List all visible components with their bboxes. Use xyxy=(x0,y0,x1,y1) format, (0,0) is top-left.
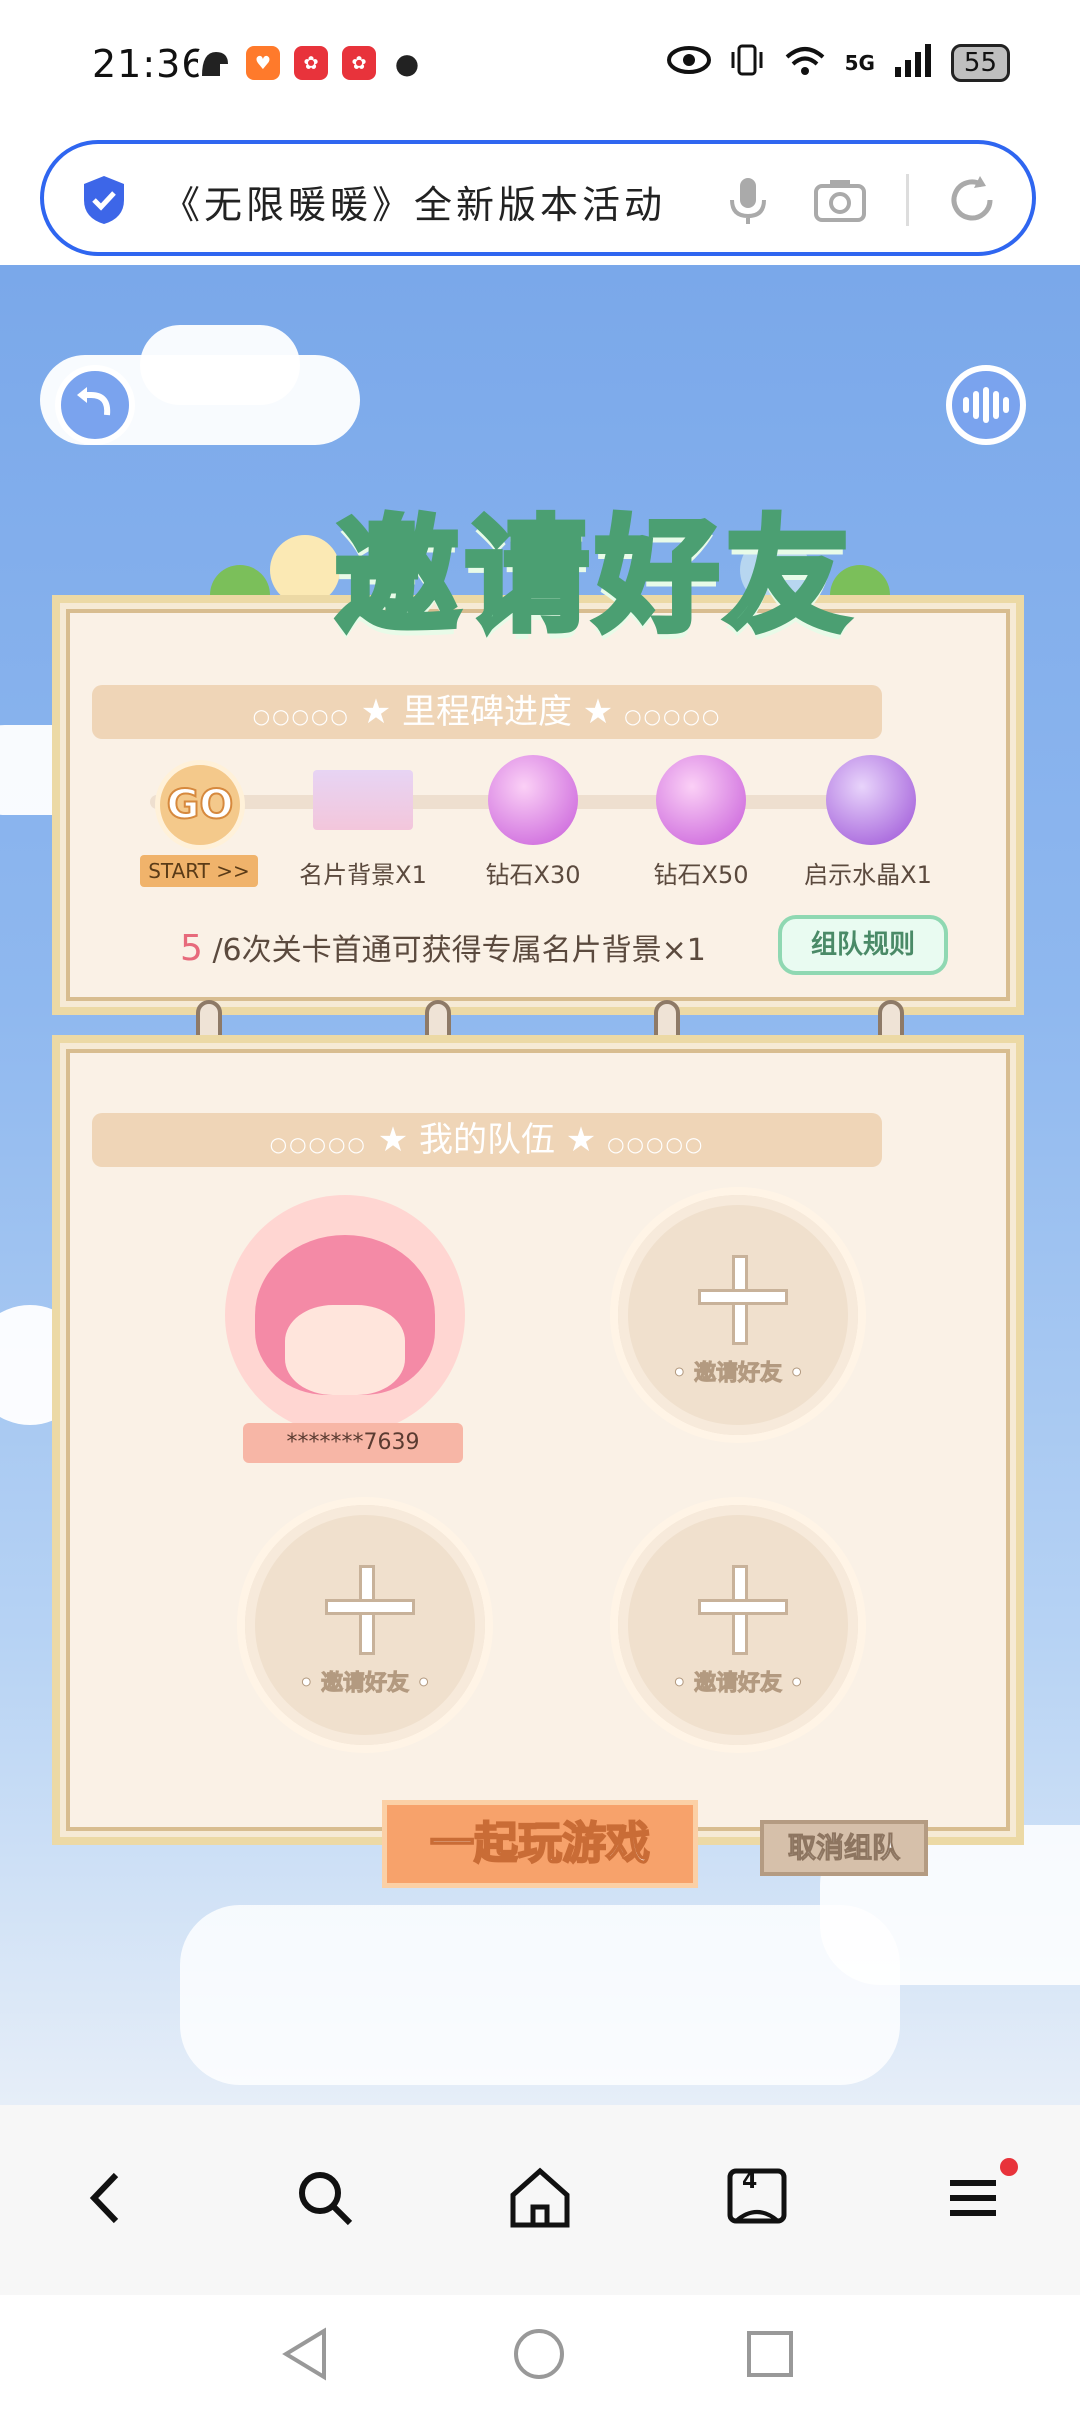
milestone-header-text: 里程碑进度 xyxy=(402,692,572,732)
url-text[interactable]: 《无限暖暖》全新版本活动 xyxy=(162,174,666,229)
system-navigation xyxy=(0,2295,1080,2412)
invite-friend-label: • 邀请好友 • xyxy=(299,1671,431,1697)
notification-icons: ♥ ✿ ✿ ● xyxy=(198,46,424,80)
go-badge: GO xyxy=(155,760,245,850)
wifi-icon xyxy=(783,43,827,83)
progress-desc: /6次关卡首通可获得专属名片背景×1 xyxy=(212,933,706,968)
invite-friend-slot[interactable]: • 邀请好友 • xyxy=(618,1505,858,1745)
nav-home-icon[interactable] xyxy=(512,2327,566,2381)
tab-count: 4 xyxy=(742,2169,758,2194)
cloud xyxy=(180,1905,900,2085)
pinduoduo-notification-icon-2: ✿ xyxy=(342,46,376,80)
milestone-header: ○○○○○ ★ 里程碑进度 ★ ○○○○○ xyxy=(92,685,882,739)
taobao-notification-icon: ♥ xyxy=(246,46,280,80)
undo-arrow-icon xyxy=(77,387,111,416)
refresh-icon[interactable] xyxy=(944,172,1000,228)
play-together-button[interactable]: 一起玩游戏 xyxy=(382,1800,698,1888)
camera-icon[interactable] xyxy=(812,172,868,228)
start-button[interactable]: START >> xyxy=(140,855,258,887)
invite-friend-label: • 邀请好友 • xyxy=(672,1361,804,1387)
app-notification-icon xyxy=(198,46,232,80)
menu-icon[interactable] xyxy=(938,2163,1008,2233)
search-icon[interactable] xyxy=(290,2163,360,2233)
notification-dot xyxy=(1000,2158,1018,2176)
url-bar[interactable]: 《无限暖暖》全新版本活动 xyxy=(40,140,1036,256)
eye-icon xyxy=(666,45,711,81)
milestone-label: 启示水晶X1 xyxy=(804,861,932,889)
signal-icon xyxy=(893,43,933,83)
milestone-label: 钻石X30 xyxy=(485,861,581,889)
vibrate-icon xyxy=(729,42,765,84)
team-header: ○○○○○ ★ 我的队伍 ★ ○○○○○ xyxy=(92,1113,882,1167)
sound-wave-icon xyxy=(963,387,1009,423)
invite-friend-label: • 邀请好友 • xyxy=(672,1671,804,1697)
network-type: 5G xyxy=(844,51,875,75)
wechat-notification-icon: ● xyxy=(390,46,424,80)
status-right-icons: 5G 55 xyxy=(666,42,1010,84)
milestone-label: 名片背景X1 xyxy=(299,861,427,889)
battery-indicator: 55 xyxy=(950,44,1010,82)
url-separator xyxy=(906,174,909,226)
cloud xyxy=(140,325,300,405)
diamond-icon xyxy=(656,755,746,845)
cancel-team-button[interactable]: 取消组队 xyxy=(760,1820,928,1876)
nav-back-icon[interactable] xyxy=(280,2327,330,2381)
invite-friend-slot[interactable]: • 邀请好友 • xyxy=(245,1505,485,1745)
avatar-face xyxy=(285,1305,405,1395)
milestone-label: 钻石X50 xyxy=(653,861,749,889)
progress-count: 5 xyxy=(180,928,203,969)
game-area: ○○○○○ ★ 里程碑进度 ★ ○○○○○ GO START >> 名片背景X1… xyxy=(0,265,1080,2105)
team-member-avatar[interactable] xyxy=(225,1195,465,1435)
progress-text: 5 /6次关卡首通可获得专属名片背景×1 xyxy=(180,925,706,969)
plus-icon xyxy=(698,1565,788,1655)
card-background-reward xyxy=(313,770,413,830)
team-rules-button[interactable]: 组队规则 xyxy=(778,915,948,975)
microphone-icon[interactable] xyxy=(720,172,776,228)
nav-recents-icon[interactable] xyxy=(745,2329,795,2379)
audio-button[interactable] xyxy=(946,365,1026,445)
back-button[interactable] xyxy=(55,365,135,445)
team-member-name: *******7639 xyxy=(243,1423,463,1463)
invite-friend-slot[interactable]: • 邀请好友 • xyxy=(618,1195,858,1435)
back-arrow-icon[interactable] xyxy=(72,2163,142,2233)
shield-icon xyxy=(84,176,124,224)
page-title: 邀请好友 xyxy=(332,502,856,652)
status-bar: 21:36 ♥ ✿ ✿ ● 5G 55 xyxy=(0,0,1080,135)
team-header-text: 我的队伍 xyxy=(419,1120,555,1160)
plus-icon xyxy=(698,1255,788,1345)
tabs-button[interactable]: 4 xyxy=(722,2163,792,2233)
status-time: 21:36 xyxy=(92,42,207,86)
plus-icon xyxy=(325,1565,415,1655)
pinduoduo-notification-icon: ✿ xyxy=(294,46,328,80)
crystal-icon xyxy=(826,755,916,845)
diamond-icon xyxy=(488,755,578,845)
browser-toolbar: 4 xyxy=(0,2105,1080,2295)
home-icon[interactable] xyxy=(505,2163,575,2233)
